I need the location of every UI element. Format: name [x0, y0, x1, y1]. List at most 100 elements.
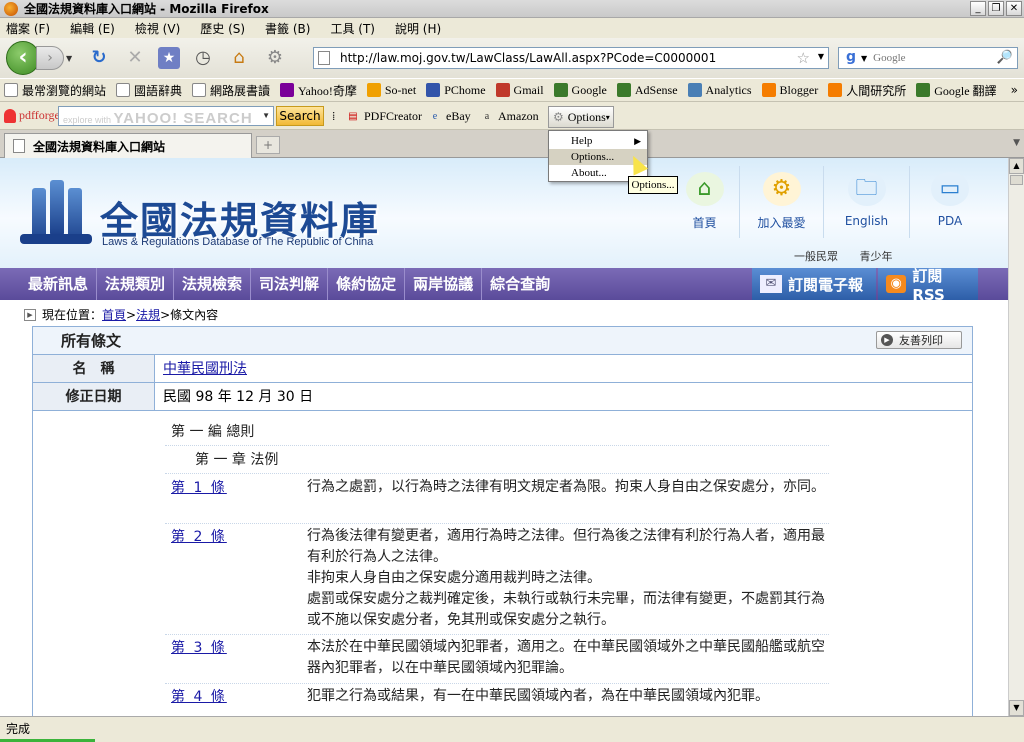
- menu-tools[interactable]: 工具 (T): [330, 20, 375, 37]
- nav-combined-search[interactable]: 綜合查詢: [482, 268, 558, 300]
- bookmark-item[interactable]: Yahoo!奇摩: [280, 82, 357, 99]
- article-link[interactable]: 第 4 條: [171, 686, 227, 706]
- menu-bar: 檔案 (F) 編輯 (E) 檢視 (V) 歷史 (S) 書籤 (B) 工具 (T…: [0, 18, 1024, 38]
- search-box[interactable]: g ▼ 🔎: [838, 47, 1018, 69]
- minimize-button[interactable]: _: [970, 1, 986, 16]
- url-bar[interactable]: http://law.moj.gov.tw/LawClass/LawAll.as…: [313, 47, 829, 69]
- tab-general-public[interactable]: 一般民眾: [794, 250, 838, 263]
- menu-edit[interactable]: 編輯 (E): [70, 20, 115, 37]
- stop-icon[interactable]: ✕: [122, 45, 148, 71]
- amend-date-value: 民國 98 年 12 月 30 日: [163, 389, 314, 405]
- nav-treaties[interactable]: 條約協定: [328, 268, 406, 300]
- tab-bar: 全國法規資料庫入口網站 + ▼: [0, 130, 1024, 158]
- bookmark-item[interactable]: PChome: [426, 83, 486, 98]
- bookmark-item[interactable]: Analytics: [687, 83, 752, 98]
- star-icon[interactable]: ☆: [797, 49, 810, 67]
- arrow-right-icon: ▶: [24, 308, 36, 321]
- nav-law-categories[interactable]: 法規類別: [97, 268, 175, 300]
- yahoo-dropdown-icon[interactable]: ▼: [262, 111, 270, 120]
- menu-bookmarks[interactable]: 書籤 (B): [265, 20, 310, 37]
- menu-item-help[interactable]: Help ▶: [549, 133, 647, 149]
- history-dropdown-icon[interactable]: ▼: [66, 54, 76, 63]
- subscribe-rss-button[interactable]: ◉ 訂閱RSS: [878, 267, 978, 304]
- top-nav-english[interactable]: 🗀 English: [824, 166, 910, 238]
- window-title: 全國法規資料庫入口網站 - Mozilla Firefox: [24, 2, 269, 16]
- panel-header: 所有條文 ▶ 友善列印: [33, 327, 972, 355]
- nav-cross-strait[interactable]: 兩岸協議: [405, 268, 483, 300]
- article-text: 行為後法律有變更者，適用行為時之法律。但行為後之法律有利於行為人者，適用最有利於…: [307, 528, 825, 628]
- scroll-down-icon[interactable]: ▼: [1009, 700, 1024, 716]
- amazon-icon: a: [484, 110, 490, 122]
- print-friendly-button[interactable]: ▶ 友善列印: [876, 331, 962, 349]
- forward-arrow-icon[interactable]: ›: [36, 46, 64, 70]
- url-text: http://law.moj.gov.tw/LawClass/LawAll.as…: [340, 51, 717, 65]
- pdfcreator-button[interactable]: ▤ PDFCreator: [346, 109, 422, 124]
- menu-view[interactable]: 檢視 (V): [135, 20, 180, 37]
- tab-active[interactable]: 全國法規資料庫入口網站: [4, 133, 252, 158]
- yahoo-search-input[interactable]: explore with YAHOO! SEARCH ▼: [58, 106, 274, 127]
- tab-list-icon[interactable]: ▼: [1013, 138, 1020, 148]
- top-nav-home[interactable]: ⌂ 首頁: [670, 166, 740, 238]
- menu-file[interactable]: 檔案 (F): [6, 20, 50, 37]
- bookmark-item[interactable]: 國語辭典: [116, 82, 182, 99]
- sonet-icon: [366, 83, 381, 97]
- url-dropdown-icon[interactable]: ▼: [818, 52, 824, 61]
- yahoo-search-button[interactable]: Search: [276, 106, 324, 126]
- tooltip: Options...: [628, 176, 678, 194]
- menu-history[interactable]: 歷史 (S): [200, 20, 245, 37]
- article-link[interactable]: 第 2 條: [171, 526, 227, 546]
- bookmark-item[interactable]: Google 翻譯: [916, 82, 997, 99]
- vertical-scrollbar[interactable]: ▲ ▼: [1008, 158, 1024, 716]
- nav-latest-news[interactable]: 最新訊息: [0, 268, 98, 300]
- law-name-link[interactable]: 中華民國刑法: [163, 361, 247, 377]
- bookmark-item[interactable]: AdSense: [616, 83, 678, 98]
- google-icon[interactable]: g: [841, 49, 861, 67]
- bookmark-item[interactable]: Blogger: [761, 83, 818, 98]
- google-icon: [616, 83, 631, 97]
- scroll-thumb[interactable]: [1010, 175, 1023, 185]
- bookmark-item[interactable]: 網路展書讀: [192, 82, 270, 99]
- site-subtitle: Laws & Regulations Database of The Repub…: [102, 236, 374, 248]
- subscribe-newsletter-button[interactable]: ✉ 訂閱電子報: [752, 268, 876, 300]
- bookmark-item[interactable]: So-net: [366, 83, 416, 98]
- breadcrumb-laws[interactable]: 法規: [136, 306, 160, 323]
- history-clock-icon[interactable]: ◷: [190, 45, 216, 71]
- back-arrow-icon[interactable]: ‹: [6, 41, 40, 75]
- scroll-up-icon[interactable]: ▲: [1009, 158, 1024, 174]
- bookmark-item[interactable]: Google: [553, 83, 607, 98]
- bookmark-item[interactable]: Gmail: [495, 83, 544, 98]
- scales-logo-icon: [20, 180, 92, 246]
- search-input[interactable]: [873, 52, 994, 64]
- article-link[interactable]: 第 1 條: [171, 477, 227, 497]
- amazon-button[interactable]: a Amazon: [480, 109, 539, 124]
- nav-judicial[interactable]: 司法判解: [251, 268, 329, 300]
- amend-date-row: 修正日期 民國 98 年 12 月 30 日: [33, 383, 972, 411]
- article-link[interactable]: 第 3 條: [171, 637, 227, 657]
- options-button[interactable]: ⚙ Options ▾: [548, 106, 614, 128]
- bookmarks-more-icon[interactable]: »: [1011, 83, 1018, 97]
- reload-icon[interactable]: ↻: [86, 45, 112, 71]
- separator-grip-icon: ⁞: [332, 109, 336, 123]
- chapter-heading: 第 一 章 法例: [195, 452, 279, 468]
- addon-toolbar: pdfforge explore with YAHOO! SEARCH ▼ Se…: [0, 102, 1024, 130]
- top-nav-pda[interactable]: ▭ PDA: [910, 166, 990, 238]
- tab-youth[interactable]: 青少年: [860, 250, 893, 263]
- search-icon[interactable]: 🔎: [997, 50, 1013, 65]
- restore-button[interactable]: ❐: [988, 1, 1004, 16]
- blogger-icon: [828, 83, 843, 97]
- close-button[interactable]: ✕: [1006, 1, 1022, 16]
- bookmark-item[interactable]: 最常瀏覽的網站: [4, 82, 106, 99]
- engine-dropdown-icon[interactable]: ▼: [861, 54, 867, 63]
- addon-icon[interactable]: ⚙: [262, 45, 288, 71]
- bookmark-item[interactable]: 人間研究所: [828, 82, 906, 99]
- bookmark-star-icon[interactable]: ★: [158, 47, 180, 69]
- new-tab-button[interactable]: +: [256, 136, 280, 154]
- nav-law-search[interactable]: 法規檢索: [174, 268, 252, 300]
- breadcrumb-home[interactable]: 首頁: [102, 306, 126, 323]
- top-nav-favorite[interactable]: ⚙ 加入最愛: [740, 166, 824, 238]
- home-icon[interactable]: ⌂: [226, 45, 252, 71]
- pdfforge-logo[interactable]: pdfforge: [4, 108, 60, 123]
- menu-help[interactable]: 說明 (H): [395, 20, 441, 37]
- ebay-button[interactable]: e eBay: [428, 109, 471, 124]
- main-nav: 最新訊息 法規類別 法規檢索 司法判解 條約協定 兩岸協議 綜合查詢 ✉ 訂閱電子…: [0, 267, 1008, 304]
